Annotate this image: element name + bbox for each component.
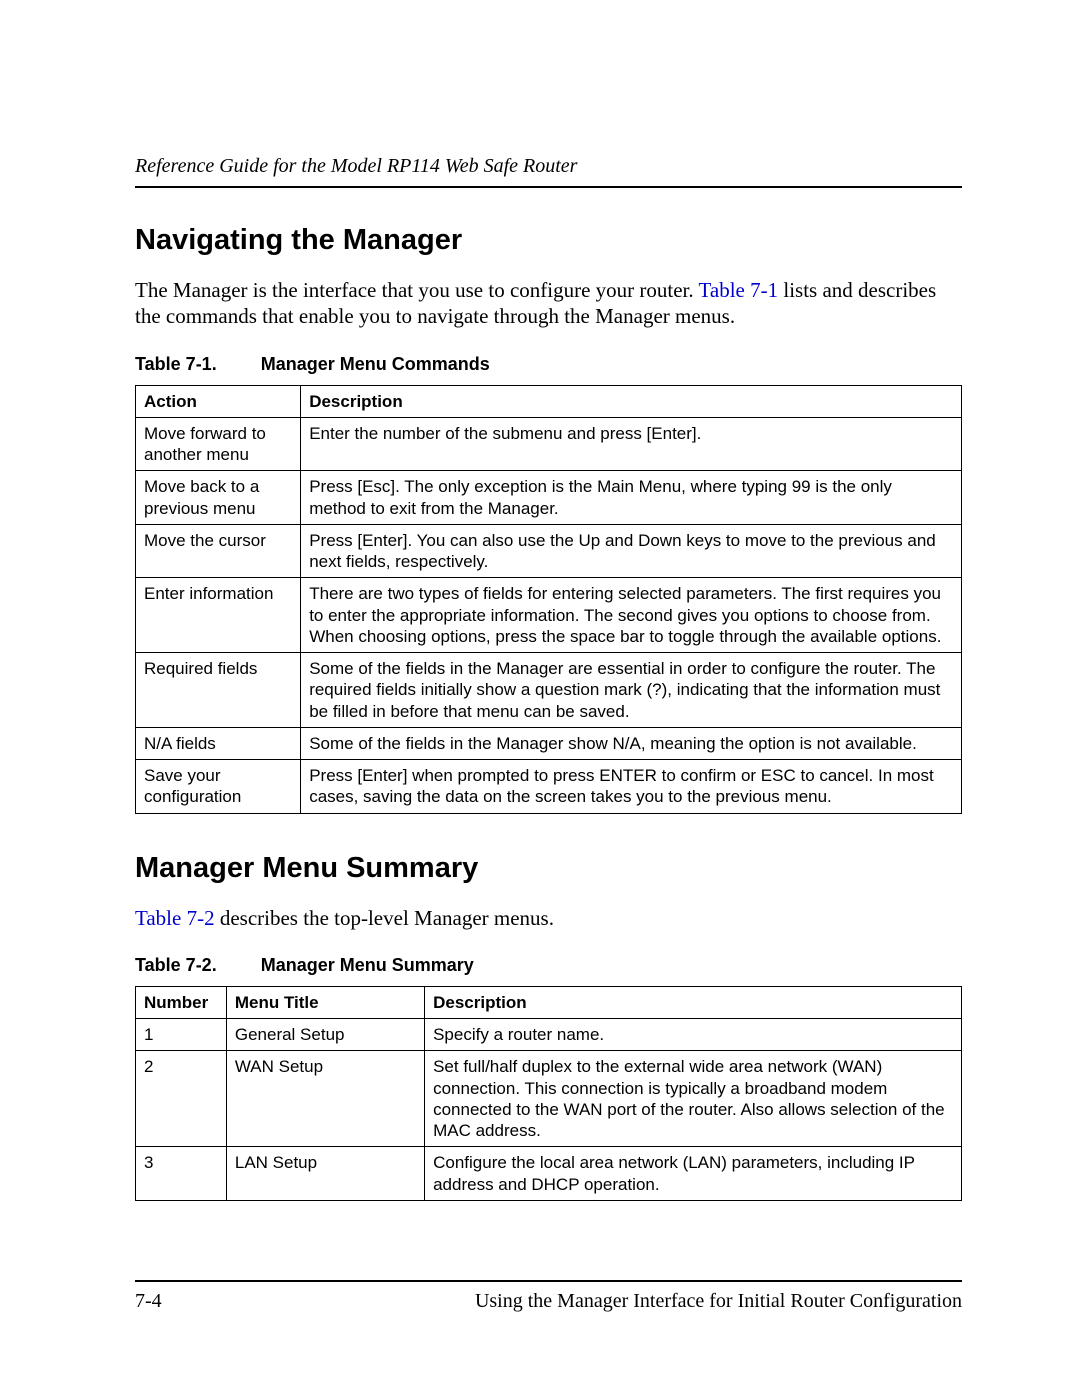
table-row: Move the cursor Press [Enter]. You can a… [136,524,962,578]
table-row: 2 WAN Setup Set full/half duplex to the … [136,1051,962,1147]
cell-number: 1 [136,1019,227,1051]
caption-title: Manager Menu Commands [261,354,490,374]
table-row: Move back to a previous menu Press [Esc]… [136,471,962,525]
cell-action: Move the cursor [136,524,301,578]
table-header-row: Number Menu Title Description [136,986,962,1018]
caption-label: Table 7-2. [135,955,217,976]
running-head: Reference Guide for the Model RP114 Web … [135,155,962,188]
cell-action: Required fields [136,653,301,728]
cell-action: Move forward to another menu [136,417,301,471]
cell-menu-title: General Setup [226,1019,424,1051]
caption-title: Manager Menu Summary [261,955,474,975]
document-page: Reference Guide for the Model RP114 Web … [0,0,1080,1397]
table-row: Required fields Some of the fields in th… [136,653,962,728]
cell-description: Press [Enter] when prompted to press ENT… [301,760,962,814]
xref-table-7-2[interactable]: Table 7-2 [135,906,215,930]
col-menu-title: Menu Title [226,986,424,1018]
cell-action: Save your configuration [136,760,301,814]
heading-manager-menu-summary: Manager Menu Summary [135,852,962,885]
cell-description: Some of the fields in the Manager show N… [301,727,962,759]
table-row: Move forward to another menu Enter the n… [136,417,962,471]
cell-description: Set full/half duplex to the external wid… [425,1051,962,1147]
cell-menu-title: WAN Setup [226,1051,424,1147]
table-row: 1 General Setup Specify a router name. [136,1019,962,1051]
cell-action: N/A fields [136,727,301,759]
heading-navigating-the-manager: Navigating the Manager [135,224,962,257]
table-row: Save your configuration Press [Enter] wh… [136,760,962,814]
table-7-2-caption: Table 7-2. Manager Menu Summary [135,955,962,976]
paragraph-2: Table 7-2 describes the top-level Manage… [135,905,962,931]
cell-action: Move back to a previous menu [136,471,301,525]
col-number: Number [136,986,227,1018]
text-fragment: The Manager is the interface that you us… [135,278,699,302]
text-fragment: describes the top-level Manager menus. [215,906,554,930]
page-footer: 7-4 Using the Manager Interface for Init… [135,1280,962,1313]
cell-menu-title: LAN Setup [226,1147,424,1201]
table-7-1: Action Description Move forward to anoth… [135,385,962,814]
cell-number: 2 [136,1051,227,1147]
cell-number: 3 [136,1147,227,1201]
cell-description: There are two types of fields for enteri… [301,578,962,653]
col-description: Description [425,986,962,1018]
cell-description: Enter the number of the submenu and pres… [301,417,962,471]
cell-description: Press [Esc]. The only exception is the M… [301,471,962,525]
cell-description: Specify a router name. [425,1019,962,1051]
cell-action: Enter information [136,578,301,653]
col-action: Action [136,385,301,417]
table-row: Enter information There are two types of… [136,578,962,653]
table-7-2: Number Menu Title Description 1 General … [135,986,962,1201]
paragraph-1: The Manager is the interface that you us… [135,277,962,330]
caption-label: Table 7-1. [135,354,217,375]
table-row: N/A fields Some of the fields in the Man… [136,727,962,759]
footer-title: Using the Manager Interface for Initial … [475,1290,962,1313]
table-row: 3 LAN Setup Configure the local area net… [136,1147,962,1201]
cell-description: Press [Enter]. You can also use the Up a… [301,524,962,578]
page-number: 7-4 [135,1290,162,1313]
cell-description: Some of the fields in the Manager are es… [301,653,962,728]
col-description: Description [301,385,962,417]
table-7-1-caption: Table 7-1. Manager Menu Commands [135,354,962,375]
xref-table-7-1[interactable]: Table 7-1 [699,278,779,302]
table-header-row: Action Description [136,385,962,417]
cell-description: Configure the local area network (LAN) p… [425,1147,962,1201]
